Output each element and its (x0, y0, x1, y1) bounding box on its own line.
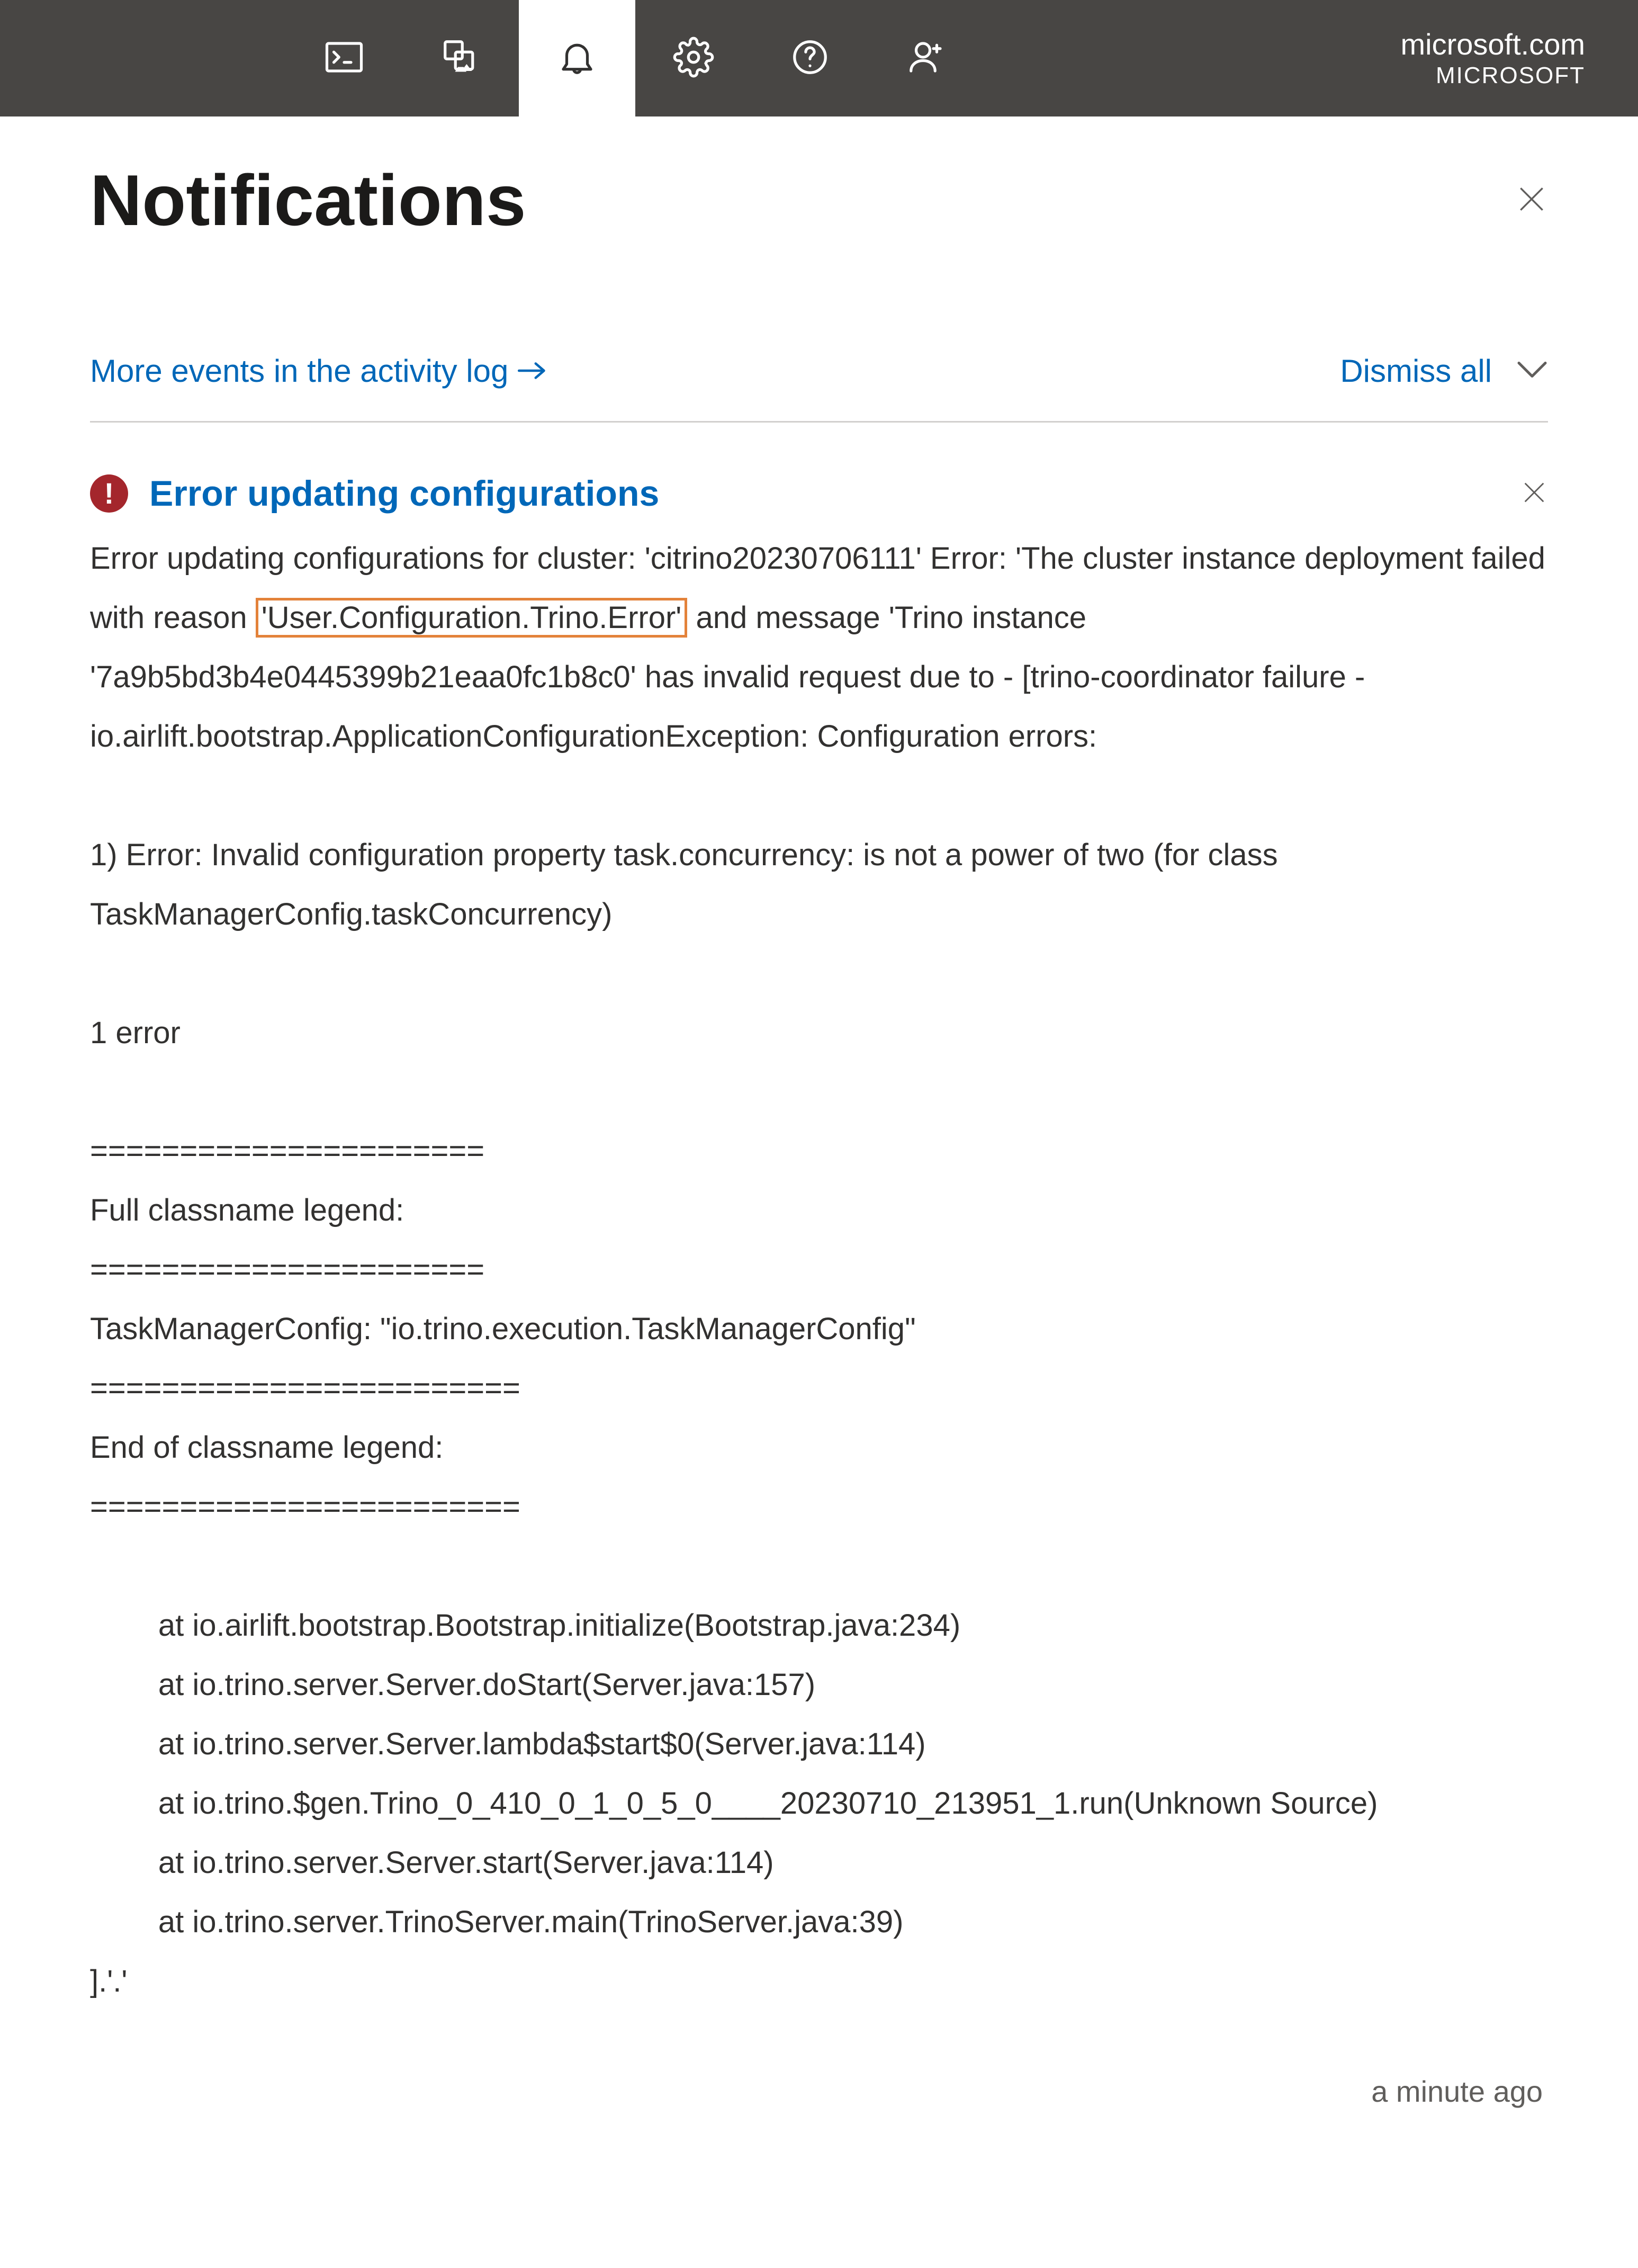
notification-timestamp: a minute ago (90, 2074, 1548, 2109)
notification-body: Error updating configurations for cluste… (90, 529, 1548, 2011)
highlighted-error-reason: 'User.Configuration.Trino.Error' (256, 598, 688, 638)
panel-title: Notifications (90, 159, 526, 241)
dismiss-all-link[interactable]: Dismiss all (1340, 353, 1492, 389)
dismiss-group: Dismiss all (1340, 353, 1548, 389)
notification-header: ! Error updating configurations (90, 473, 1548, 514)
activity-log-link-label: More events in the activity log (90, 353, 508, 389)
chevron-down-icon (1516, 373, 1548, 382)
directory-filter-icon (440, 37, 481, 80)
global-header: microsoft.com MICROSOFT (0, 0, 1638, 116)
feedback-button[interactable] (868, 0, 985, 116)
collapse-all-button[interactable] (1516, 359, 1548, 383)
header-icons-group (286, 0, 985, 116)
panel-actions-row: More events in the activity log Dismiss … (90, 353, 1548, 423)
account-info[interactable]: microsoft.com MICROSOFT (1401, 0, 1607, 116)
close-icon (1520, 499, 1548, 508)
help-icon (789, 37, 831, 80)
activity-log-link[interactable]: More events in the activity log (90, 353, 546, 389)
error-icon: ! (90, 474, 128, 513)
gear-icon (673, 37, 714, 80)
notification-body-post: and message 'Trino instance '7a9b5bd3b4e… (90, 600, 1378, 1998)
notification-title: Error updating configurations (149, 473, 1499, 514)
notifications-button[interactable] (519, 0, 635, 116)
help-button[interactable] (752, 0, 868, 116)
bell-icon (556, 37, 598, 80)
settings-button[interactable] (635, 0, 752, 116)
notification-dismiss-button[interactable] (1520, 479, 1548, 509)
feedback-icon (906, 37, 947, 80)
notifications-panel: Notifications More events in the activit… (0, 116, 1638, 2109)
panel-header: Notifications (90, 159, 1548, 241)
arrow-right-icon (518, 353, 546, 389)
cloud-shell-icon (323, 37, 365, 80)
notification-item: ! Error updating configurations Error up… (90, 423, 1548, 2109)
panel-close-button[interactable] (1515, 183, 1548, 218)
cloud-shell-button[interactable] (286, 0, 402, 116)
directory-filter-button[interactable] (402, 0, 519, 116)
account-org-label: MICROSOFT (1436, 62, 1585, 90)
account-domain-label: microsoft.com (1401, 26, 1586, 62)
close-icon (1515, 209, 1548, 218)
